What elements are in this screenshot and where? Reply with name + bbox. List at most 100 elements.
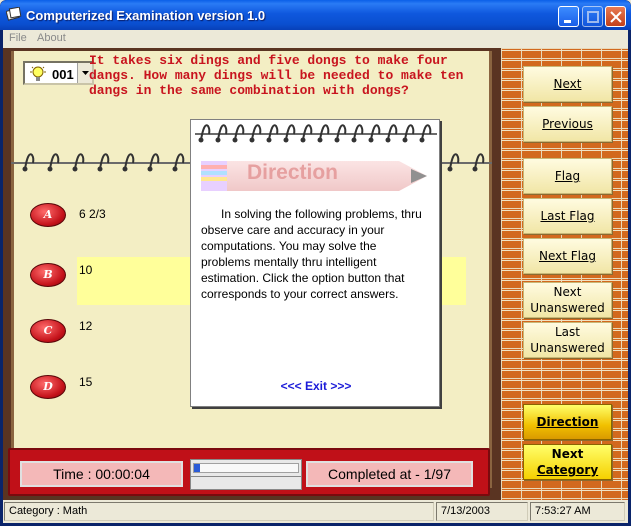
flag-label: Flag xyxy=(554,169,581,183)
lightbulb-icon xyxy=(30,66,46,81)
spiral-hole xyxy=(419,137,425,143)
spiral-hole xyxy=(72,166,78,172)
next-unanswered-line2: Unanswered xyxy=(530,301,605,315)
flag-button[interactable]: Flag xyxy=(523,158,612,194)
question-number: 001 xyxy=(52,67,74,82)
last-unanswered-line1: Last xyxy=(555,325,580,339)
last-unanswered-button[interactable]: Last Unanswered xyxy=(523,322,612,358)
spiral-ring xyxy=(474,153,485,170)
spiral-ring xyxy=(74,153,85,170)
app-window: Computerized Examination version 1.0 Fil… xyxy=(0,0,631,526)
window-title: Computerized Examination version 1.0 xyxy=(26,8,266,23)
last-flag-button[interactable]: Last Flag xyxy=(523,198,612,234)
next-flag-button[interactable]: Next Flag xyxy=(523,238,612,274)
spiral-ring xyxy=(421,124,432,141)
minimize-icon xyxy=(564,20,571,23)
spiral-hole xyxy=(215,137,221,143)
spiral-ring xyxy=(404,124,415,141)
app-icon xyxy=(6,7,22,21)
spiral-hole xyxy=(317,137,323,143)
spiral-hole xyxy=(385,137,391,143)
spiral-ring xyxy=(200,124,211,141)
menu-about[interactable]: About xyxy=(37,32,66,44)
completed-count: Completed at - 1/97 xyxy=(306,461,473,487)
next-button[interactable]: Next xyxy=(523,66,612,102)
spiral-hole xyxy=(198,137,204,143)
exam-status-bar: Time : 00:00:04 Completed at - 1/97 xyxy=(8,448,490,496)
direction-button[interactable]: Direction xyxy=(523,404,612,440)
question-number-select[interactable]: 001 xyxy=(23,61,94,85)
next-flag-label: Next Flag xyxy=(539,249,596,263)
dialog-instructions: In solving the following problems, thru … xyxy=(201,207,422,301)
next-category-line2: Category xyxy=(536,463,599,477)
exit-link[interactable]: <<< Exit >>> xyxy=(191,379,441,393)
maximize-button[interactable] xyxy=(582,6,603,27)
title-bar[interactable]: Computerized Examination version 1.0 xyxy=(0,0,631,30)
next-category-line1: Next xyxy=(551,447,584,461)
spiral-ring xyxy=(449,153,460,170)
progress-divider xyxy=(191,476,301,477)
spiral-hole xyxy=(368,137,374,143)
next-category-button[interactable]: Next Category xyxy=(523,444,612,480)
spiral-ring xyxy=(302,124,313,141)
spiral-ring xyxy=(370,124,381,141)
spiral-ring xyxy=(99,153,110,170)
spiral-ring xyxy=(387,124,398,141)
spiral-ring xyxy=(285,124,296,141)
spiral-hole xyxy=(232,137,238,143)
spiral-hole xyxy=(334,137,340,143)
progress-track xyxy=(193,463,299,473)
menu-bar: File About xyxy=(3,30,628,48)
navigation-panel: Next Previous Flag Last Flag Next Flag N… xyxy=(498,48,628,500)
next-unanswered-line1: Next xyxy=(553,285,582,299)
choice-a-badge[interactable]: A xyxy=(30,203,66,227)
spiral-hole xyxy=(22,166,28,172)
spiral-hole xyxy=(447,166,453,172)
minimize-button[interactable] xyxy=(558,6,579,27)
maximize-icon xyxy=(587,11,599,23)
spiral-ring xyxy=(149,153,160,170)
spiral-ring xyxy=(217,124,228,141)
spiral-ring xyxy=(353,124,364,141)
progress-indicator xyxy=(190,459,302,490)
dialog-spiral xyxy=(195,124,437,143)
spiral-hole xyxy=(266,137,272,143)
status-category: Category : Math xyxy=(4,502,434,521)
spiral-hole xyxy=(249,137,255,143)
close-button[interactable] xyxy=(605,6,626,27)
spiral-ring xyxy=(319,124,330,141)
spiral-hole xyxy=(351,137,357,143)
status-bar: Category : Math 7/13/2003 7:53:27 AM xyxy=(3,500,628,523)
spiral-hole xyxy=(147,166,153,172)
direction-label: Direction xyxy=(536,415,599,429)
progress-fill xyxy=(194,464,200,472)
spiral-hole xyxy=(97,166,103,172)
spiral-ring xyxy=(268,124,279,141)
status-date: 7/13/2003 xyxy=(436,502,528,521)
choice-d-badge[interactable]: D xyxy=(30,375,66,399)
last-unanswered-line2: Unanswered xyxy=(530,341,605,355)
spiral-ring xyxy=(49,153,60,170)
previous-label: Previous xyxy=(542,117,593,131)
choice-b-badge[interactable]: B xyxy=(30,263,66,287)
next-unanswered-button[interactable]: Next Unanswered xyxy=(523,282,612,318)
dialog-banner-title: Direction xyxy=(247,161,339,184)
spiral-ring xyxy=(336,124,347,141)
spiral-ring xyxy=(24,153,35,170)
spiral-ring xyxy=(124,153,135,170)
menu-file[interactable]: File xyxy=(9,32,27,44)
choice-c-badge[interactable]: C xyxy=(30,319,66,343)
spiral-hole xyxy=(300,137,306,143)
next-label: Next xyxy=(553,77,582,91)
last-flag-label: Last Flag xyxy=(540,209,595,223)
spiral-hole xyxy=(122,166,128,172)
spiral-hole xyxy=(47,166,53,172)
close-icon xyxy=(610,11,622,23)
previous-button[interactable]: Previous xyxy=(523,106,612,142)
spiral-ring xyxy=(174,153,185,170)
status-time: 7:53:27 AM xyxy=(530,502,625,521)
spiral-hole xyxy=(172,166,178,172)
direction-dialog: Direction In solving the following probl… xyxy=(190,119,440,407)
question-text: It takes six dings and five dongs to mak… xyxy=(89,53,464,98)
spiral-hole xyxy=(402,137,408,143)
